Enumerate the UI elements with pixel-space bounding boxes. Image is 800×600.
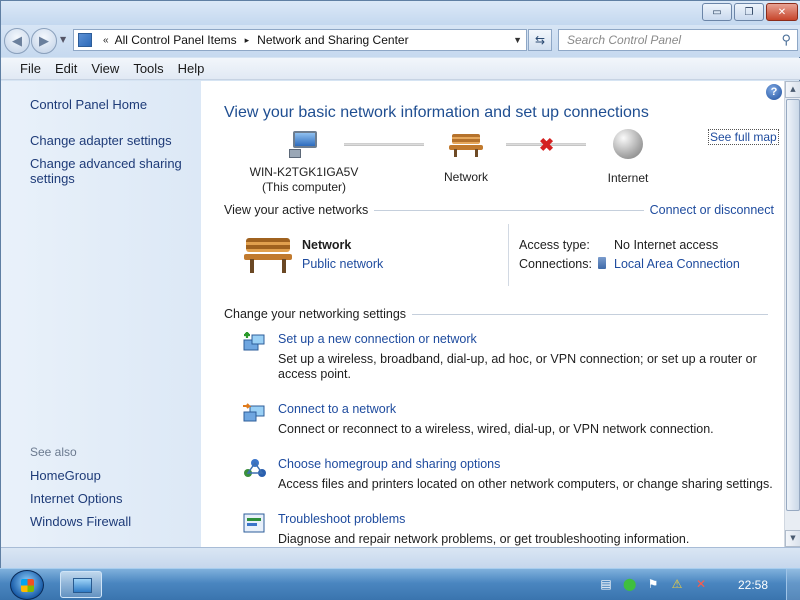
menu-help[interactable]: Help: [171, 61, 212, 76]
minimize-button[interactable]: ▭: [702, 3, 732, 21]
vertical-divider: [508, 224, 509, 286]
troubleshoot-problems-link[interactable]: Troubleshoot problems: [278, 512, 405, 526]
network-name: Network: [302, 238, 352, 252]
close-button[interactable]: ✕: [766, 3, 798, 21]
address-overflow-chevron[interactable]: «: [103, 35, 109, 46]
navigation-pane: Control Panel Home Change adapter settin…: [1, 81, 201, 547]
windows-firewall-link[interactable]: Windows Firewall: [30, 514, 131, 529]
connect-or-disconnect-link[interactable]: Connect or disconnect: [650, 203, 774, 217]
computer-subtitle: (This computer): [261, 180, 347, 194]
search-icon[interactable]: ⚲: [781, 32, 791, 48]
computer-name: WIN-K2TGK1IGA5V: [249, 165, 359, 179]
no-connection-x-icon[interactable]: ✖: [539, 135, 554, 156]
new-connection-icon: [243, 332, 265, 351]
forward-arrow-icon: ▶: [39, 33, 49, 49]
see-full-map-link[interactable]: See full map: [708, 129, 779, 145]
window-bottom-bar: [1, 547, 800, 569]
start-button[interactable]: [10, 570, 44, 600]
change-advanced-sharing-settings-link[interactable]: Change advanced sharing settings: [30, 156, 190, 186]
control-panel-icon: [78, 33, 92, 47]
network-sharing-center-window: ▭ ❐ ✕ ◀ ▶ ▼ « All Control Panel Items ▸ …: [0, 0, 800, 569]
refresh-button[interactable]: ⇆: [528, 29, 552, 51]
back-button[interactable]: ◀: [4, 28, 30, 54]
section-divider: [412, 313, 768, 315]
network-adapter-icon: [598, 257, 606, 269]
homegroup-icon: [244, 459, 266, 477]
active-networks-header: View your active networks Connect or dis…: [224, 203, 774, 217]
map-internet[interactable]: Internet: [593, 129, 663, 185]
public-network-link[interactable]: Public network: [302, 257, 383, 271]
access-type-value: No Internet access: [614, 238, 719, 252]
set-up-new-connection-link[interactable]: Set up a new connection or network: [278, 332, 477, 346]
back-arrow-icon: ◀: [12, 33, 22, 49]
map-this-computer[interactable]: WIN-K2TGK1IGA5V (This computer): [249, 131, 359, 194]
menu-edit[interactable]: Edit: [48, 61, 84, 76]
connect-to-network-description: Connect or reconnect to a wireless, wire…: [278, 422, 714, 436]
connect-network-icon: [243, 403, 265, 422]
maximize-button[interactable]: ❐: [734, 3, 764, 21]
connect-to-network-link[interactable]: Connect to a network: [278, 402, 396, 416]
menu-view[interactable]: View: [84, 61, 126, 76]
taskbar: ▤ ⬤ ⚑ ⚠ ✕ 22:58: [0, 568, 800, 600]
computer-icon: [289, 131, 319, 158]
map-connection-line: [344, 143, 424, 146]
local-area-connection-label: Local Area Connection: [614, 257, 740, 271]
menu-bar: File Edit View Tools Help: [1, 58, 800, 80]
homegroup-link[interactable]: HomeGroup: [30, 468, 101, 483]
recent-pages-dropdown[interactable]: ▼: [60, 35, 66, 44]
tray-action-center-flag-icon[interactable]: ⚑: [647, 578, 659, 591]
tray-document-icon[interactable]: ▤: [600, 578, 612, 591]
menu-tools[interactable]: Tools: [126, 61, 170, 76]
forward-button[interactable]: ▶: [31, 28, 57, 54]
troubleshoot-problems-description: Diagnose and repair network problems, or…: [278, 532, 690, 546]
scroll-up-arrow-icon[interactable]: ▲: [785, 81, 800, 98]
breadcrumb-network-and-sharing-center[interactable]: Network and Sharing Center: [257, 33, 408, 47]
see-also-heading: See also: [30, 445, 77, 459]
control-panel-home-link[interactable]: Control Panel Home: [30, 97, 147, 112]
address-dropdown-icon[interactable]: ▼: [513, 35, 522, 45]
globe-icon: [613, 129, 643, 159]
menu-file[interactable]: File: [13, 61, 48, 76]
map-internet-label: Internet: [607, 171, 649, 185]
section-divider: [374, 209, 644, 211]
taskbar-clock[interactable]: 22:58: [738, 578, 768, 592]
address-bar[interactable]: « All Control Panel Items ▸ Network and …: [73, 29, 527, 51]
scroll-thumb[interactable]: [786, 99, 800, 511]
map-network[interactable]: Network: [431, 133, 501, 184]
homegroup-sharing-options-description: Access files and printers located on oth…: [278, 477, 773, 491]
networking-settings-heading: Change your networking settings: [224, 307, 407, 321]
active-networks-heading: View your active networks: [224, 203, 369, 217]
search-input[interactable]: Search Control Panel ⚲: [558, 29, 798, 51]
bench-network-icon: [449, 133, 483, 157]
vertical-scrollbar[interactable]: ▲ ▼: [784, 81, 800, 547]
networking-settings-header: Change your networking settings: [224, 307, 774, 321]
access-type-label: Access type:: [519, 238, 590, 252]
set-up-new-connection-description: Set up a wireless, broadband, dial-up, a…: [278, 352, 757, 381]
troubleshoot-icon: [243, 513, 265, 533]
map-network-label: Network: [443, 170, 488, 184]
network-bench-icon[interactable]: [244, 236, 292, 274]
help-icon[interactable]: ?: [766, 84, 782, 100]
breadcrumb-all-control-panel-items[interactable]: All Control Panel Items: [115, 33, 237, 47]
taskbar-control-panel-button[interactable]: [60, 571, 102, 598]
internet-options-link[interactable]: Internet Options: [30, 491, 123, 506]
page-title: View your basic network information and …: [224, 104, 649, 121]
local-area-connection-link[interactable]: Local Area Connection: [598, 257, 740, 271]
title-bar[interactable]: ▭ ❐ ✕: [1, 1, 800, 25]
tray-security-icon[interactable]: ⬤: [623, 578, 636, 591]
search-placeholder: Search Control Panel: [567, 33, 682, 47]
homegroup-sharing-options-link[interactable]: Choose homegroup and sharing options: [278, 457, 500, 471]
refresh-icon: ⇆: [534, 33, 546, 47]
tray-network-warning-icon[interactable]: ⚠: [671, 578, 683, 591]
connections-label: Connections:: [519, 257, 592, 271]
scroll-down-arrow-icon[interactable]: ▼: [785, 530, 800, 547]
tray-volume-muted-icon[interactable]: ✕: [695, 578, 707, 591]
navigation-row: ◀ ▶ ▼ « All Control Panel Items ▸ Networ…: [1, 25, 800, 57]
show-desktop-button[interactable]: [786, 569, 800, 600]
main-content: ? View your basic network information an…: [201, 81, 784, 547]
change-adapter-settings-link[interactable]: Change adapter settings: [30, 133, 172, 148]
breadcrumb-separator-icon[interactable]: ▸: [245, 35, 250, 46]
